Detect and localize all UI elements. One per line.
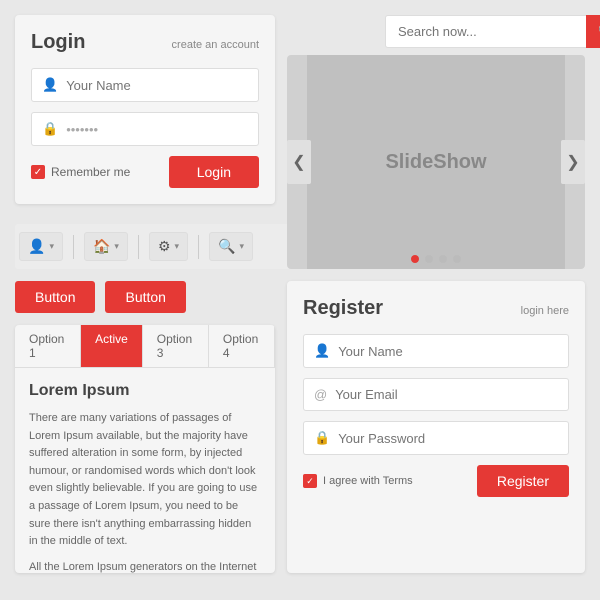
tab-active[interactable]: Active [81, 325, 143, 367]
search-nav-icon: 🔍 [218, 238, 235, 255]
slideshow-inner: SlideShow [307, 55, 565, 269]
tab-content-p1: There are many variations of passages of… [29, 410, 261, 551]
nav-item-user[interactable]: 👤 ▾ [19, 232, 63, 261]
lock-icon: 🔒 [42, 121, 58, 137]
user-nav-icon: 👤 [28, 238, 45, 255]
slideshow-label: SlideShow [385, 151, 486, 174]
settings-nav-icon: ⚙ [158, 238, 171, 255]
button-2[interactable]: Button [105, 281, 185, 313]
username-input[interactable] [66, 78, 248, 93]
tab-content-title: Lorem Ipsum [29, 382, 261, 400]
search-button[interactable]: 🔍 [586, 15, 600, 48]
tab-content-p2: All the Lorem Ipsum generators on the In… [29, 559, 261, 573]
register-header: Register login here [303, 297, 569, 320]
tab-option1[interactable]: Option 1 [15, 325, 81, 367]
register-name-input[interactable] [338, 344, 558, 359]
slide-dot-4[interactable] [453, 255, 461, 263]
register-lock-icon: 🔒 [314, 430, 330, 446]
slide-dots [411, 255, 461, 263]
remember-me: ✓ Remember me [31, 165, 130, 179]
login-header: Login create an account [31, 31, 259, 54]
tabs-content: Option 1 Active Option 3 Option 4 Lorem … [15, 325, 275, 573]
slide-next-button[interactable]: ❯ [561, 140, 585, 184]
user-nav-arrow: ▾ [49, 241, 54, 252]
search-input[interactable] [385, 15, 586, 48]
register-email-icon: @ [314, 387, 327, 402]
remember-checkbox[interactable]: ✓ [31, 165, 45, 179]
tabs-header: Option 1 Active Option 3 Option 4 [15, 325, 275, 368]
user-icon: 👤 [42, 77, 58, 93]
slide-prev-button[interactable]: ❮ [287, 140, 311, 184]
tab-panel: Lorem Ipsum There are many variations of… [15, 368, 275, 573]
nav-item-settings[interactable]: ⚙ ▾ [149, 232, 188, 261]
register-password-group: 🔒 [303, 421, 569, 455]
agree-checkbox[interactable]: ✓ [303, 474, 317, 488]
register-name-group: 👤 [303, 334, 569, 368]
tab-option3[interactable]: Option 3 [143, 325, 209, 367]
tab-option4[interactable]: Option 4 [209, 325, 275, 367]
username-input-group: 👤 [31, 68, 259, 102]
create-account-link[interactable]: create an account [172, 39, 259, 51]
login-footer: ✓ Remember me Login [31, 156, 259, 188]
button-1[interactable]: Button [15, 281, 95, 313]
home-nav-icon: 🏠 [93, 238, 110, 255]
password-input[interactable] [66, 122, 248, 137]
register-agree-row: ✓ I agree with Terms Register [303, 465, 569, 497]
login-title: Login [31, 31, 85, 54]
slide-dot-2[interactable] [425, 255, 433, 263]
register-password-input[interactable] [338, 431, 558, 446]
register-email-group: @ [303, 378, 569, 411]
login-here-link[interactable]: login here [521, 305, 569, 317]
register-button[interactable]: Register [477, 465, 569, 497]
remember-label: Remember me [51, 165, 130, 179]
agree-label: ✓ I agree with Terms [303, 474, 413, 488]
nav-item-search[interactable]: 🔍 ▾ [209, 232, 253, 261]
agree-text: I agree with Terms [323, 475, 413, 487]
register-title: Register [303, 297, 383, 320]
slide-dot-3[interactable] [439, 255, 447, 263]
search-nav-arrow: ▾ [239, 241, 244, 252]
nav-item-home[interactable]: 🏠 ▾ [84, 232, 128, 261]
home-nav-arrow: ▾ [114, 241, 119, 252]
nav-divider-3 [198, 235, 199, 259]
search-container: 🔍 [385, 15, 585, 48]
nav-divider-1 [73, 235, 74, 259]
register-card: Register login here 👤 @ 🔒 ✓ I agree with… [287, 281, 585, 573]
register-user-icon: 👤 [314, 343, 330, 359]
slide-dot-1[interactable] [411, 255, 419, 263]
slideshow: ❮ SlideShow ❯ [287, 55, 585, 269]
login-button[interactable]: Login [169, 156, 259, 188]
nav-divider-2 [138, 235, 139, 259]
register-email-input[interactable] [335, 387, 558, 402]
password-input-group: 🔒 [31, 112, 259, 146]
settings-nav-arrow: ▾ [175, 241, 180, 252]
login-card: Login create an account 👤 🔒 ✓ Remember m… [15, 15, 275, 204]
